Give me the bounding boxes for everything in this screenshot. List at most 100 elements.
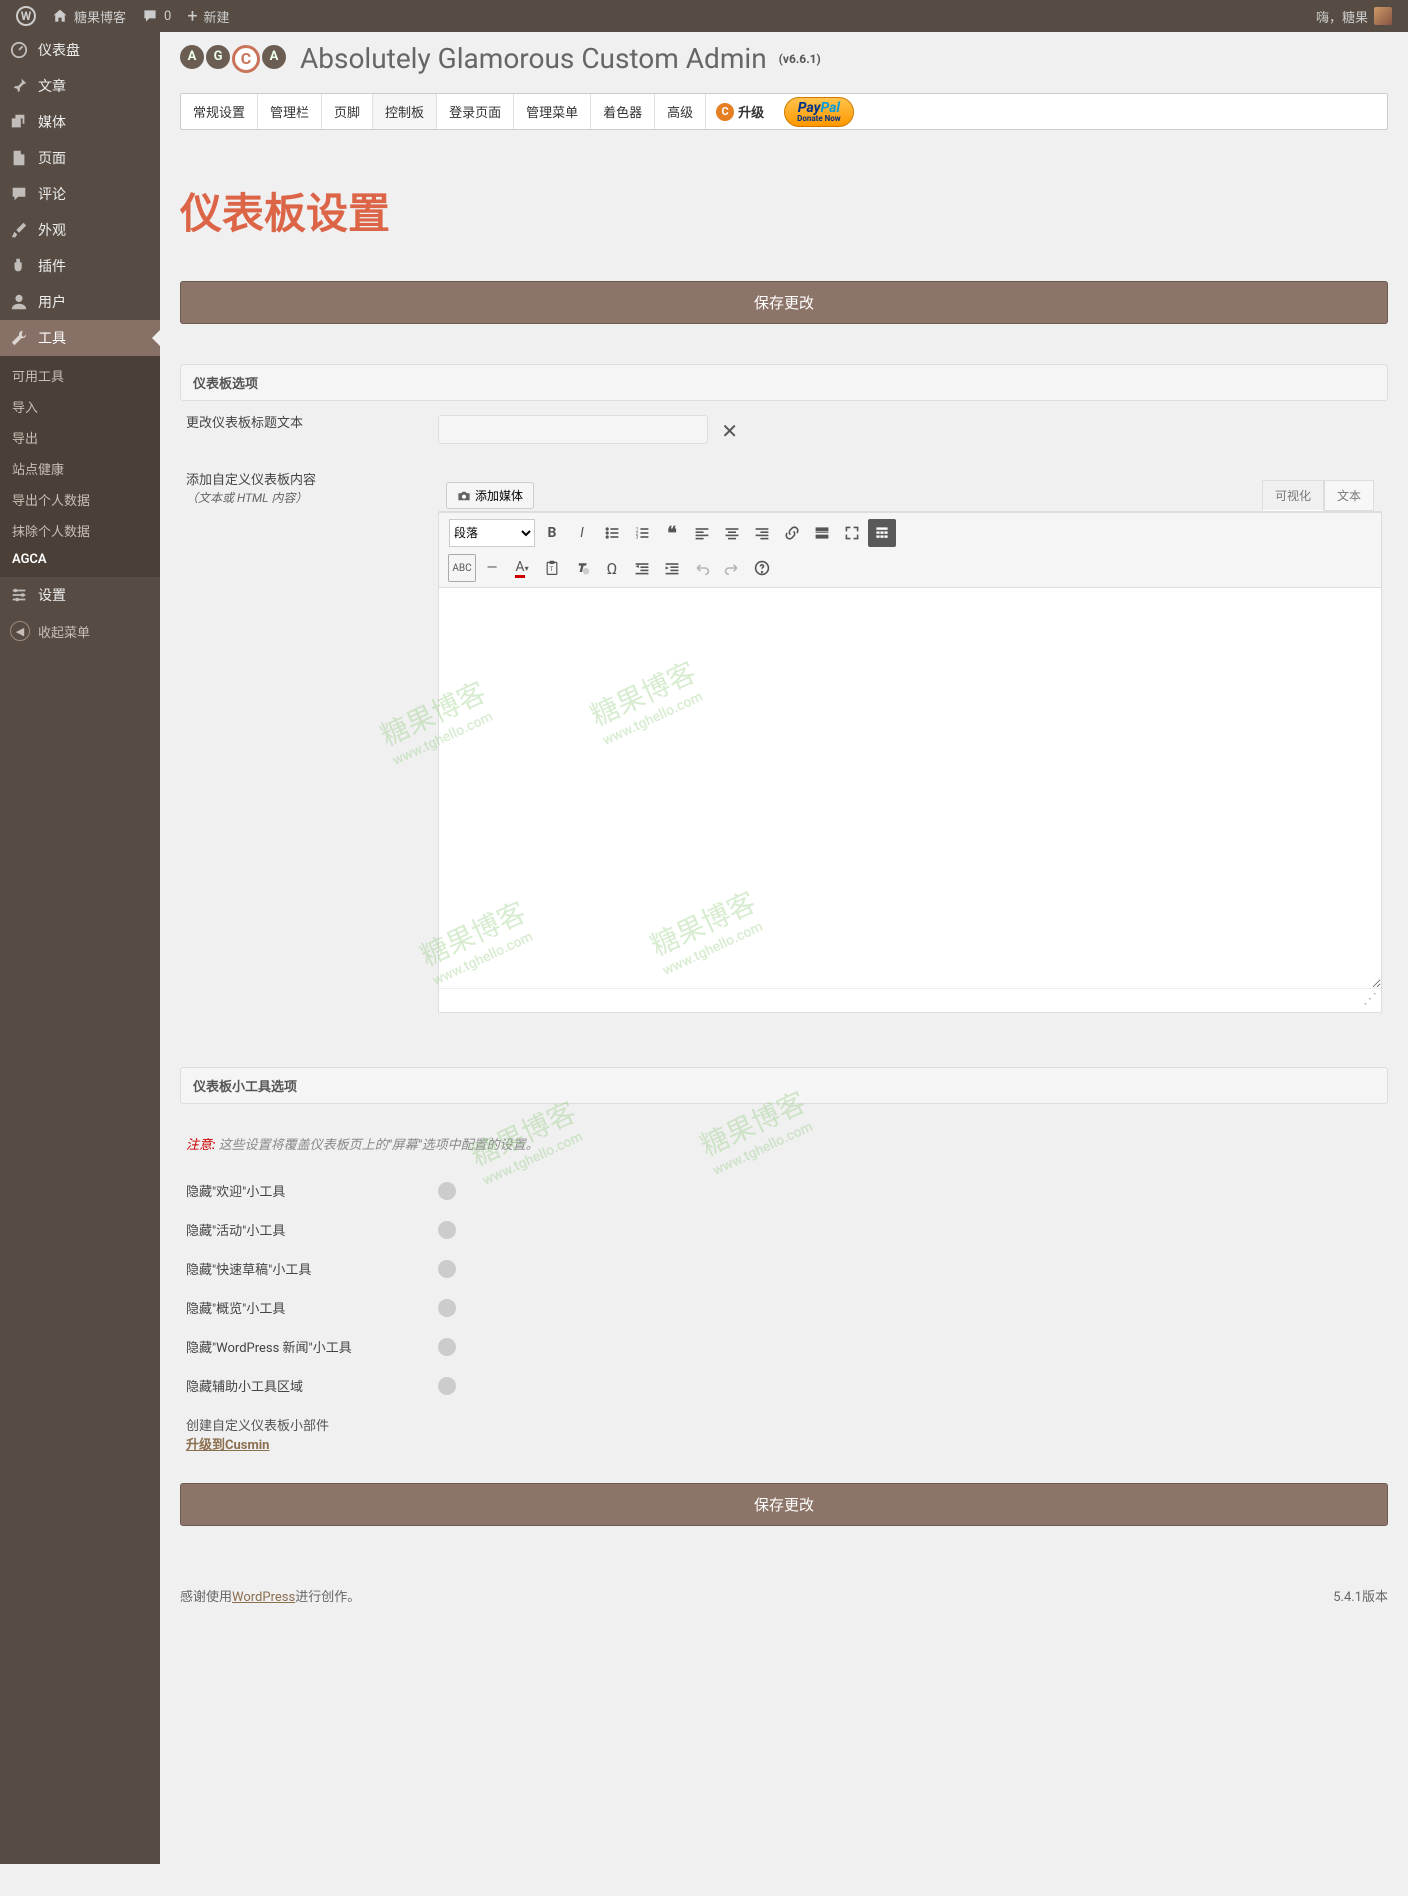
sub-import[interactable]: 导入 xyxy=(0,391,160,422)
format-select[interactable]: 段落 xyxy=(449,519,535,547)
clear-formatting-button[interactable] xyxy=(568,554,596,582)
tab-adminmenu[interactable]: 管理菜单 xyxy=(514,94,591,129)
section-dashboard-options: 仪表板选项 xyxy=(180,364,1388,401)
strikethrough-button[interactable]: ABC xyxy=(448,554,476,582)
plug-icon xyxy=(10,257,30,275)
wrench-icon xyxy=(10,329,30,347)
upgrade-cusmin-link[interactable]: 升级到Cusmin xyxy=(186,1438,269,1453)
paypal-donate-button[interactable]: PayPal Donate Now xyxy=(784,97,854,127)
collapse-menu[interactable]: ◀收起菜单 xyxy=(0,613,160,649)
save-button-top[interactable]: 保存更改 xyxy=(180,281,1388,324)
toolbar-toggle-button[interactable] xyxy=(868,519,896,547)
bold-button[interactable]: B xyxy=(538,519,566,547)
widget-quickdraft-label: 隐藏"快速草稿"小工具 xyxy=(186,1259,438,1278)
redo-button[interactable] xyxy=(718,554,746,582)
sub-site-health[interactable]: 站点健康 xyxy=(0,453,160,484)
hr-button[interactable]: — xyxy=(478,554,506,582)
fullscreen-button[interactable] xyxy=(838,519,866,547)
comments-link[interactable]: 0 xyxy=(134,0,179,32)
toggle-welcome[interactable] xyxy=(438,1182,456,1200)
settings-tabs: 常规设置 管理栏 页脚 控制板 登录页面 管理菜单 着色器 高级 C 升级 Pa… xyxy=(180,93,1388,130)
sub-available-tools[interactable]: 可用工具 xyxy=(0,360,160,391)
tab-upgrade[interactable]: C 升级 xyxy=(706,102,774,121)
specialchar-button[interactable]: Ω xyxy=(598,554,626,582)
sub-erase-personal[interactable]: 抹除个人数据 xyxy=(0,515,160,546)
new-content-link[interactable]: + 新建 xyxy=(179,0,237,32)
text-tab[interactable]: 文本 xyxy=(1324,480,1374,511)
align-center-button[interactable] xyxy=(718,519,746,547)
tab-login[interactable]: 登录页面 xyxy=(437,94,514,129)
undo-button[interactable] xyxy=(688,554,716,582)
widget-wpnews-label: 隐藏"WordPress 新闻"小工具 xyxy=(186,1337,438,1356)
align-right-button[interactable] xyxy=(748,519,776,547)
sliders-icon xyxy=(10,586,30,604)
widget-ataglance-label: 隐藏"概览"小工具 xyxy=(186,1298,438,1317)
widget-activity-label: 隐藏"活动"小工具 xyxy=(186,1220,438,1239)
footer: 感谢使用WordPress进行创作。 5.4.1版本 xyxy=(180,1586,1388,1605)
tab-dashboard[interactable]: 控制板 xyxy=(373,94,437,129)
menu-users[interactable]: 用户 xyxy=(0,284,160,320)
toggle-secondary[interactable] xyxy=(438,1377,456,1395)
widgets-notice: 注意: 这些设置将覆盖仪表板页上的"屏幕"选项中配置的设置。 xyxy=(180,1134,1388,1171)
help-button[interactable] xyxy=(748,554,776,582)
plugin-version: (v6.6.1) xyxy=(779,52,821,66)
admin-menu: 仪表盘 文章 媒体 页面 评论 外观 插件 用户 工具 可用工具 导入 导出 站… xyxy=(0,32,160,1864)
svg-text:3: 3 xyxy=(636,535,639,541)
pin-icon xyxy=(10,77,30,95)
page-icon xyxy=(10,149,30,167)
link-button[interactable] xyxy=(778,519,806,547)
tab-adminbar[interactable]: 管理栏 xyxy=(258,94,322,129)
toggle-activity[interactable] xyxy=(438,1221,456,1239)
menu-posts[interactable]: 文章 xyxy=(0,68,160,104)
tab-footer[interactable]: 页脚 xyxy=(322,94,373,129)
add-media-button[interactable]: 添加媒体 xyxy=(446,482,534,509)
sub-agca[interactable]: AGCA xyxy=(0,546,160,573)
paste-text-button[interactable]: T xyxy=(538,554,566,582)
media-icon xyxy=(10,113,30,131)
menu-pages[interactable]: 页面 xyxy=(0,140,160,176)
resize-handle[interactable]: ⋰ xyxy=(439,989,1381,1009)
align-left-button[interactable] xyxy=(688,519,716,547)
wp-logo[interactable]: W xyxy=(8,0,44,32)
bullet-list-button[interactable] xyxy=(598,519,626,547)
menu-comments[interactable]: 评论 xyxy=(0,176,160,212)
site-name-link[interactable]: 糖果博客 xyxy=(44,0,134,32)
outdent-button[interactable] xyxy=(628,554,656,582)
tab-general[interactable]: 常规设置 xyxy=(181,94,258,129)
tools-submenu: 可用工具 导入 导出 站点健康 导出个人数据 抹除个人数据 AGCA xyxy=(0,356,160,577)
avatar-icon xyxy=(1374,7,1392,25)
textcolor-button[interactable]: A▾ xyxy=(508,554,536,582)
user-icon xyxy=(10,293,30,311)
clear-heading-button[interactable]: ✕ xyxy=(721,419,738,443)
blockquote-button[interactable]: ❝ xyxy=(658,519,686,547)
heading-input[interactable] xyxy=(438,415,708,444)
menu-dashboard[interactable]: 仪表盘 xyxy=(0,32,160,68)
toggle-ataglance[interactable] xyxy=(438,1299,456,1317)
menu-tools[interactable]: 工具 xyxy=(0,320,160,356)
tab-colorizer[interactable]: 着色器 xyxy=(591,94,655,129)
upgrade-icon: C xyxy=(716,103,734,121)
numbered-list-button[interactable]: 123 xyxy=(628,519,656,547)
page-title: 仪表板设置 xyxy=(180,130,1388,281)
sub-export-personal[interactable]: 导出个人数据 xyxy=(0,484,160,515)
menu-plugins[interactable]: 插件 xyxy=(0,248,160,284)
toggle-wpnews[interactable] xyxy=(438,1338,456,1356)
save-button-bottom[interactable]: 保存更改 xyxy=(180,1483,1388,1526)
plugin-logo-icon: AGCA xyxy=(180,45,286,73)
tab-advanced[interactable]: 高级 xyxy=(655,94,706,129)
widget-welcome-label: 隐藏"欢迎"小工具 xyxy=(186,1181,438,1200)
user-account-link[interactable]: 嗨，糖果 xyxy=(1308,0,1400,32)
indent-button[interactable] xyxy=(658,554,686,582)
wordpress-link[interactable]: WordPress xyxy=(232,1590,295,1605)
toggle-quickdraft[interactable] xyxy=(438,1260,456,1278)
editor-content[interactable] xyxy=(439,588,1381,988)
italic-button[interactable]: I xyxy=(568,519,596,547)
menu-media[interactable]: 媒体 xyxy=(0,104,160,140)
readmore-button[interactable] xyxy=(808,519,836,547)
visual-tab[interactable]: 可视化 xyxy=(1262,480,1324,511)
sub-export[interactable]: 导出 xyxy=(0,422,160,453)
brush-icon xyxy=(10,221,30,239)
menu-settings[interactable]: 设置 xyxy=(0,577,160,613)
menu-appearance[interactable]: 外观 xyxy=(0,212,160,248)
custom-content-sublabel: （文本或 HTML 内容） xyxy=(186,490,438,507)
